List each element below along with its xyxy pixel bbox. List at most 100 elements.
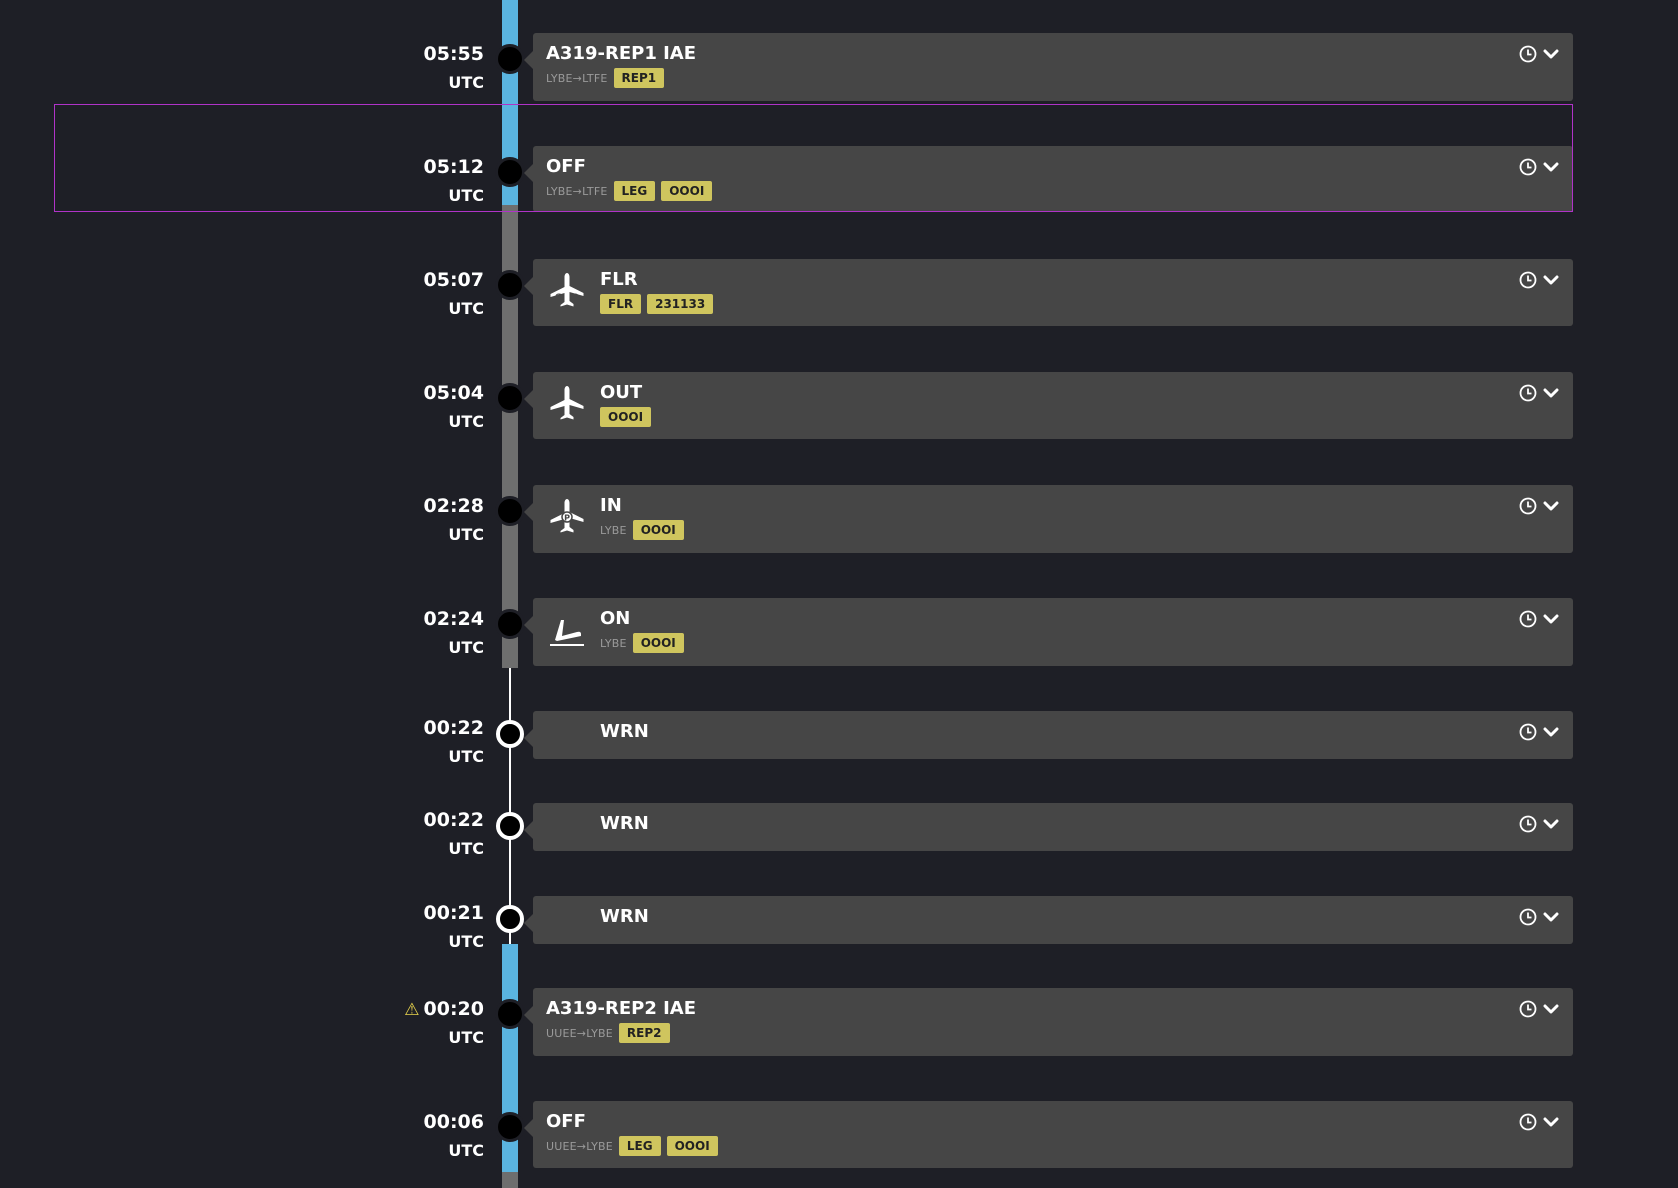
event-controls bbox=[1519, 271, 1559, 289]
event-tag: OOOI bbox=[632, 633, 684, 653]
event-title: FLR bbox=[600, 269, 638, 290]
event-tag: 231133 bbox=[647, 294, 714, 314]
event-controls bbox=[1519, 45, 1559, 63]
event-tag: OOOI bbox=[666, 1136, 718, 1156]
timeline-node bbox=[495, 609, 525, 639]
event-card[interactable]: WRN bbox=[524, 896, 1573, 944]
event-time-value: 00:06 bbox=[423, 1111, 484, 1133]
event-tag: OOOI bbox=[632, 520, 684, 540]
timeline-node bbox=[495, 383, 525, 413]
event-controls bbox=[1519, 723, 1559, 741]
event-title: WRN bbox=[600, 721, 649, 742]
event-tag: OOOI bbox=[600, 407, 652, 427]
event-card[interactable]: P IN LYBE OOOI bbox=[524, 485, 1573, 553]
event-card[interactable]: FLR FLR 231133 bbox=[524, 259, 1573, 326]
event-title: ON bbox=[600, 608, 631, 629]
event-time-value: 05:07 bbox=[423, 269, 484, 291]
airplane-out-icon bbox=[547, 384, 587, 424]
event-controls bbox=[1519, 815, 1559, 833]
timeline-node bbox=[495, 999, 525, 1029]
event-controls bbox=[1519, 1113, 1559, 1131]
airplane-parked-icon: P bbox=[547, 497, 587, 537]
clock-icon[interactable] bbox=[1519, 271, 1537, 289]
event-time: 02:28 UTC bbox=[424, 495, 484, 544]
event-time: 05:04 UTC bbox=[424, 382, 484, 431]
timeline-node bbox=[495, 496, 525, 526]
clock-icon[interactable] bbox=[1519, 723, 1537, 741]
clock-icon[interactable] bbox=[1519, 1000, 1537, 1018]
timeline-node bbox=[496, 812, 524, 840]
timeline-node bbox=[496, 720, 524, 748]
event-time: 05:07 UTC bbox=[424, 269, 484, 318]
timeline-node bbox=[495, 44, 525, 74]
event-time-value: 02:24 bbox=[423, 608, 484, 630]
event-controls bbox=[1519, 908, 1559, 926]
chevron-down-icon[interactable] bbox=[1543, 1116, 1559, 1128]
event-meta: UUEE→LYBE REP2 bbox=[546, 1023, 670, 1043]
event-timezone: UTC bbox=[448, 932, 484, 951]
event-meta: LYBE OOOI bbox=[600, 633, 684, 653]
event-controls bbox=[1519, 384, 1559, 402]
timeline-node bbox=[495, 1112, 525, 1142]
event-time: 00:21 UTC bbox=[424, 902, 484, 951]
event-time: 02:24 UTC bbox=[424, 608, 484, 657]
chevron-down-icon[interactable] bbox=[1543, 726, 1559, 738]
event-timezone: UTC bbox=[448, 1028, 484, 1047]
clock-icon[interactable] bbox=[1519, 45, 1537, 63]
event-time-value: 00:20 bbox=[423, 998, 484, 1020]
event-card[interactable]: ON LYBE OOOI bbox=[524, 598, 1573, 666]
chevron-down-icon[interactable] bbox=[1543, 1003, 1559, 1015]
event-time-value: 05:55 bbox=[423, 43, 484, 65]
event-card[interactable]: WRN bbox=[524, 711, 1573, 759]
event-card[interactable]: OFF UUEE→LYBE LEG OOOI bbox=[524, 1101, 1573, 1168]
event-meta: FLR 231133 bbox=[600, 294, 714, 314]
event-timezone: UTC bbox=[448, 1141, 484, 1160]
clock-icon[interactable] bbox=[1519, 497, 1537, 515]
timeline-node bbox=[495, 270, 525, 300]
event-time-value: 00:22 bbox=[423, 809, 484, 831]
event-title: WRN bbox=[600, 813, 649, 834]
event-meta: UUEE→LYBE LEG OOOI bbox=[546, 1136, 718, 1156]
event-time-value: 02:28 bbox=[423, 495, 484, 517]
event-time-value: 05:04 bbox=[423, 382, 484, 404]
chevron-down-icon[interactable] bbox=[1543, 500, 1559, 512]
event-meta: LYBE→LTFE REP1 bbox=[546, 68, 665, 88]
chevron-down-icon[interactable] bbox=[1543, 387, 1559, 399]
event-controls bbox=[1519, 1000, 1559, 1018]
event-timezone: UTC bbox=[448, 412, 484, 431]
event-tag: FLR bbox=[600, 294, 642, 314]
clock-icon[interactable] bbox=[1519, 384, 1537, 402]
clock-icon[interactable] bbox=[1519, 610, 1537, 628]
event-tag: REP2 bbox=[618, 1023, 670, 1043]
event-tag: REP1 bbox=[613, 68, 665, 88]
event-meta: LYBE OOOI bbox=[600, 520, 684, 540]
airplane-flr-icon bbox=[547, 271, 587, 311]
event-route: LYBE bbox=[600, 523, 627, 537]
event-card[interactable]: OUT OOOI bbox=[524, 372, 1573, 439]
chevron-down-icon[interactable] bbox=[1543, 818, 1559, 830]
event-meta: OOOI bbox=[600, 407, 652, 427]
event-timezone: UTC bbox=[448, 839, 484, 858]
event-time-value: 00:21 bbox=[423, 902, 484, 924]
event-card[interactable]: A319-REP1 IAE LYBE→LTFE REP1 bbox=[524, 33, 1573, 101]
event-timezone: UTC bbox=[448, 525, 484, 544]
event-time: ⚠ 00:20 UTC bbox=[404, 998, 484, 1047]
event-card[interactable]: A319-REP2 IAE UUEE→LYBE REP2 bbox=[524, 988, 1573, 1056]
clock-icon[interactable] bbox=[1519, 815, 1537, 833]
event-card[interactable]: WRN bbox=[524, 803, 1573, 851]
event-title: OFF bbox=[546, 1111, 586, 1132]
chevron-down-icon[interactable] bbox=[1543, 911, 1559, 923]
clock-icon[interactable] bbox=[1519, 908, 1537, 926]
event-route: LYBE→LTFE bbox=[546, 71, 608, 85]
clock-icon[interactable] bbox=[1519, 1113, 1537, 1131]
chevron-down-icon[interactable] bbox=[1543, 613, 1559, 625]
event-time: 00:06 UTC bbox=[424, 1111, 484, 1160]
event-title: A319-REP1 IAE bbox=[546, 43, 697, 64]
chevron-down-icon[interactable] bbox=[1543, 274, 1559, 286]
event-controls bbox=[1519, 610, 1559, 628]
timeline-node bbox=[496, 905, 524, 933]
event-route: UUEE→LYBE bbox=[546, 1026, 613, 1040]
chevron-down-icon[interactable] bbox=[1543, 48, 1559, 60]
event-time-value: 00:22 bbox=[423, 717, 484, 739]
event-timezone: UTC bbox=[448, 299, 484, 318]
